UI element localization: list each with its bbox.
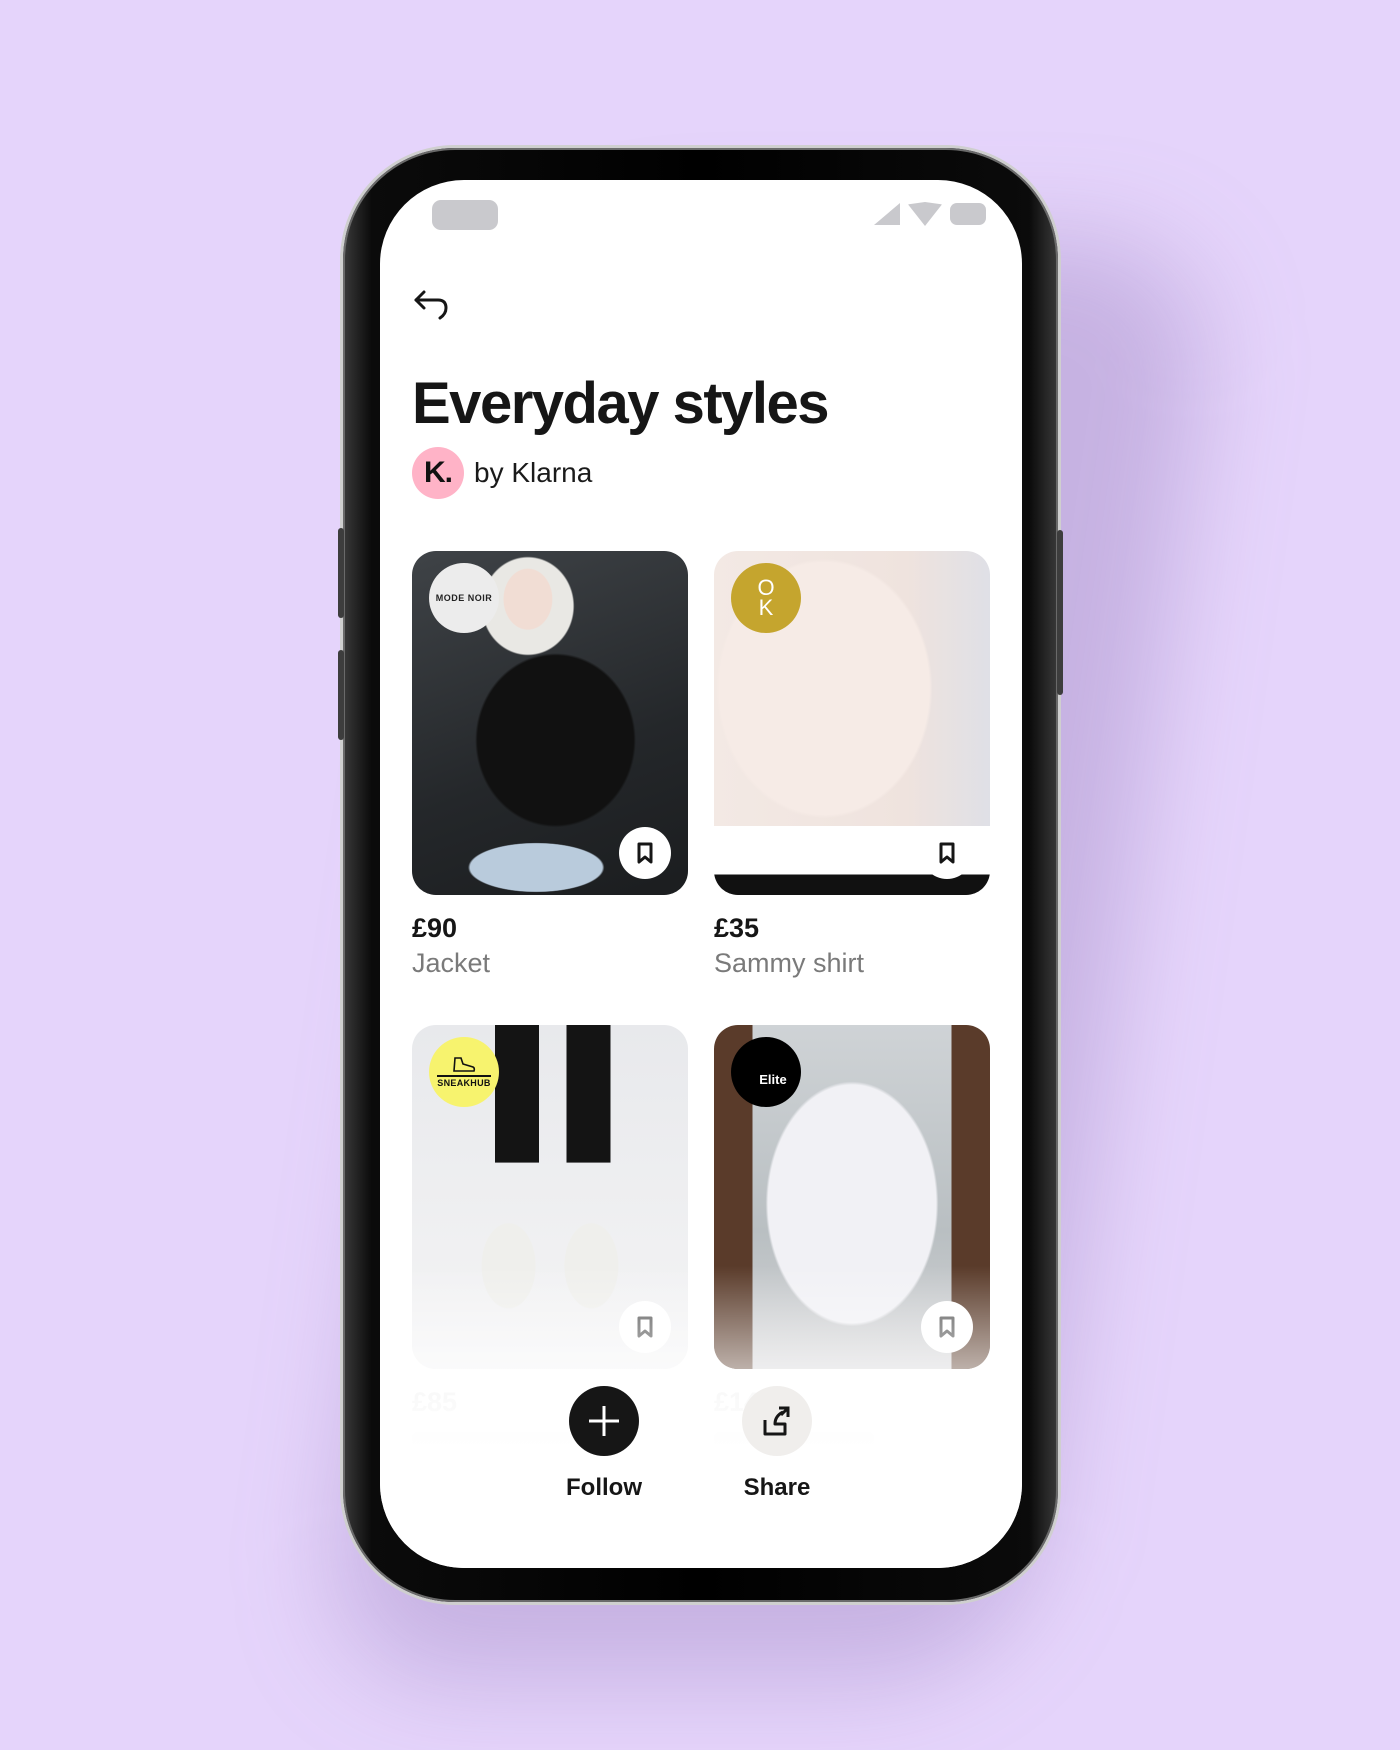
share-button[interactable]: Share [717, 1386, 837, 1502]
byline-text: by Klarna [474, 457, 593, 488]
page-title: Everyday styles [412, 371, 830, 436]
product-name: Sammy shirt [714, 948, 865, 978]
product-name: Jacket [412, 948, 491, 978]
bookmark-button[interactable] [619, 1301, 671, 1353]
battery-icon [950, 203, 986, 225]
bottom-fade-overlay [380, 1370, 1022, 1568]
signal-icon [874, 203, 900, 225]
product-card[interactable]: O K £35 Sammy shirt [714, 551, 990, 979]
follow-label: Follow [566, 1474, 642, 1501]
bookmark-icon [939, 842, 955, 864]
bookmark-button[interactable] [921, 1301, 973, 1353]
product-image[interactable]: MODE NOIR [412, 551, 688, 895]
phone-screen: Everyday styles K. by Klarna MODE NOIR £… [380, 180, 1022, 1568]
klarna-avatar: K. [412, 447, 464, 499]
share-icon [763, 1406, 790, 1436]
phone-power-button [1057, 530, 1063, 695]
product-card[interactable]: MODE NOIR £90 Jacket [412, 551, 688, 979]
share-label: Share [743, 1474, 811, 1501]
plus-icon [589, 1406, 619, 1436]
bookmark-icon [637, 842, 653, 864]
follow-button[interactable]: Follow [544, 1386, 664, 1502]
brand-logo: O K [731, 563, 801, 633]
product-image[interactable]: SNEAKHUB [412, 1025, 688, 1369]
wifi-icon [908, 202, 942, 226]
share-circle[interactable] [742, 1386, 812, 1456]
author-byline[interactable]: K. by Klarna [412, 447, 592, 499]
back-arrow-icon [414, 290, 448, 320]
phone-volume-up-button [338, 528, 344, 618]
product-image[interactable]: Elite [714, 1025, 990, 1369]
bookmark-icon [939, 1316, 955, 1338]
sneaker-icon [453, 1057, 476, 1073]
bookmark-icon [637, 1316, 653, 1338]
product-image[interactable]: O K [714, 551, 990, 895]
product-price: £35 [714, 913, 760, 943]
product-price: £90 [412, 913, 458, 943]
brand-logo: MODE NOIR [429, 563, 499, 633]
brand-logo: Elite [731, 1037, 801, 1107]
status-bar-time-placeholder [432, 200, 498, 230]
bookmark-button[interactable] [921, 827, 973, 879]
brand-logo: SNEAKHUB [429, 1037, 499, 1107]
back-button[interactable] [412, 288, 452, 322]
follow-circle[interactable] [569, 1386, 639, 1456]
phone-volume-down-button [338, 650, 344, 740]
status-bar-icons [874, 202, 986, 226]
bookmark-button[interactable] [619, 827, 671, 879]
